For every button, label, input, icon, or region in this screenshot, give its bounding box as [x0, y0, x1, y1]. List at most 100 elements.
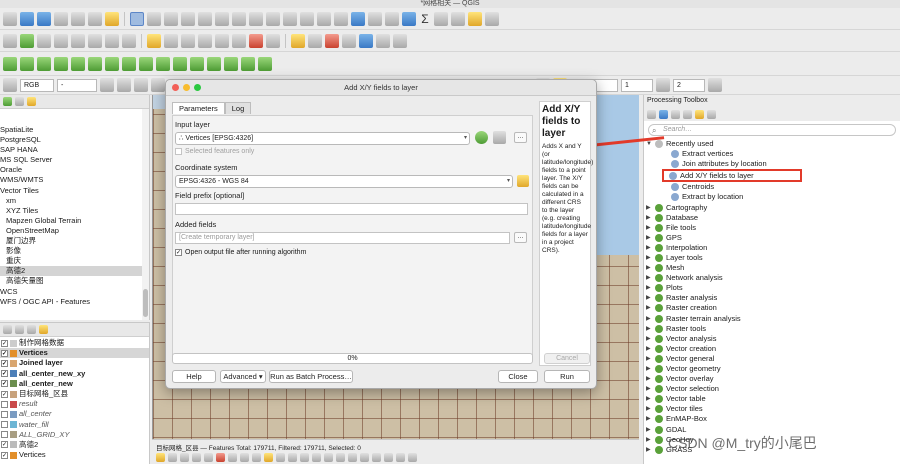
- open-output-option[interactable]: ✓ Open output file after running algorit…: [175, 249, 306, 256]
- spin-box-2[interactable]: 1: [621, 78, 653, 92]
- expand-triangle-icon[interactable]: ▶: [646, 364, 652, 374]
- layer-visibility-checkbox[interactable]: [1, 421, 8, 429]
- layer-item[interactable]: ✓ Joined layer: [0, 358, 149, 368]
- reload-icon[interactable]: [192, 453, 201, 462]
- expand-triangle-icon[interactable]: ▶: [646, 435, 652, 445]
- refresh-icon[interactable]: [351, 11, 365, 26]
- expand-triangle-icon[interactable]: ▶: [646, 354, 652, 364]
- filter-icon[interactable]: [27, 97, 36, 106]
- conditional-format-icon[interactable]: [396, 453, 405, 462]
- add-vector-layer-icon[interactable]: [20, 33, 34, 48]
- offset-curve-icon[interactable]: [71, 56, 85, 71]
- filter-selection-icon[interactable]: [312, 453, 321, 462]
- save-as-icon[interactable]: [54, 11, 68, 26]
- add-raster-layer-icon[interactable]: [37, 33, 51, 48]
- toolbox-group[interactable]: ▶ Raster analysis: [644, 293, 900, 303]
- expand-triangle-icon[interactable]: ▶: [646, 283, 652, 293]
- copy-icon[interactable]: [240, 453, 249, 462]
- browser-item[interactable]: WMS/WMTS: [0, 175, 149, 185]
- output-options-button[interactable]: …: [514, 232, 527, 243]
- pin-labels-icon[interactable]: [308, 33, 322, 48]
- expand-triangle-icon[interactable]: ▶: [646, 404, 652, 414]
- browser-item[interactable]: Vector Tiles: [0, 186, 149, 196]
- expand-triangle-icon[interactable]: ▶: [646, 425, 652, 435]
- expand-triangle-icon[interactable]: ▶: [646, 263, 652, 273]
- zoom-layer-icon[interactable]: [249, 11, 263, 26]
- browser-scrollbar[interactable]: [142, 109, 149, 320]
- toolbox-group[interactable]: ▶ Vector analysis: [644, 334, 900, 344]
- tab-log[interactable]: Log: [224, 102, 252, 114]
- crs-select[interactable]: EPSG:4326 - WGS 84 ▾: [175, 175, 513, 188]
- rotate-feature-icon[interactable]: [88, 56, 102, 71]
- batch-process-button[interactable]: Run as Batch Process…: [269, 370, 353, 383]
- move-feature-icon[interactable]: [207, 56, 221, 71]
- help-button[interactable]: Help: [172, 370, 216, 383]
- delete-field-icon[interactable]: [372, 453, 381, 462]
- add-csv-layer-icon[interactable]: [71, 33, 85, 48]
- cut-icon[interactable]: [228, 453, 237, 462]
- add-spatialite-icon[interactable]: [88, 33, 102, 48]
- browser-item[interactable]: 影像: [0, 246, 149, 256]
- toolbox-search-input[interactable]: ⌕ Search…: [648, 124, 896, 136]
- output-layer-input[interactable]: [Create temporary layer]: [175, 232, 510, 244]
- toolbox-recent-item[interactable]: Centroids: [644, 182, 900, 192]
- delete-part-icon[interactable]: [190, 56, 204, 71]
- toolbox-group[interactable]: ▶ Vector table: [644, 394, 900, 404]
- expand-triangle-icon[interactable]: ▶: [646, 414, 652, 424]
- expand-triangle-icon[interactable]: ▶: [646, 223, 652, 233]
- save-icon[interactable]: [180, 453, 189, 462]
- python-console-icon[interactable]: [359, 33, 373, 48]
- split-parts-icon[interactable]: [258, 56, 272, 71]
- multi-edit-icon[interactable]: [168, 453, 177, 462]
- browser-item[interactable]: 重庆: [0, 256, 149, 266]
- browser-item[interactable]: WCS: [0, 287, 149, 297]
- vertex-tool-icon[interactable]: [181, 33, 195, 48]
- toolbox-options-icon[interactable]: [707, 109, 716, 119]
- layer-item[interactable]: ✓ 制作网格数据: [0, 338, 149, 348]
- deselect-icon[interactable]: [300, 453, 309, 462]
- close-window-icon[interactable]: [172, 84, 179, 91]
- delete-row-icon[interactable]: [216, 453, 225, 462]
- toolbox-group[interactable]: ▶ Interpolation: [644, 243, 900, 253]
- browser-item[interactable]: XYZ Tiles: [0, 206, 149, 216]
- scale-feature-icon[interactable]: [224, 56, 238, 71]
- layer-item[interactable]: all_center: [0, 409, 149, 419]
- selected-features-only[interactable]: Selected features only: [175, 148, 254, 155]
- toolbox-group[interactable]: ▶ Vector selection: [644, 384, 900, 394]
- swap-icon[interactable]: [656, 78, 670, 92]
- layer-visibility-checkbox[interactable]: ✓: [1, 370, 8, 378]
- advanced-button[interactable]: Advanced ▾: [220, 370, 266, 383]
- toggle-edit-icon[interactable]: [156, 453, 165, 462]
- run-button[interactable]: Run: [544, 370, 590, 383]
- zoom-out-icon[interactable]: [181, 11, 195, 26]
- expand-triangle-icon[interactable]: ▶: [646, 394, 652, 404]
- browser-item[interactable]: SpatiaLite: [0, 125, 149, 135]
- browser-item[interactable]: Mapzen Global Terrain: [0, 216, 149, 226]
- toolbox-group[interactable]: ▶ Vector tiles: [644, 404, 900, 414]
- zoom-in-icon[interactable]: [164, 11, 178, 26]
- statistics-icon[interactable]: Σ: [419, 12, 431, 26]
- toolbox-group[interactable]: ▶ Layer tools: [644, 253, 900, 263]
- browser-item[interactable]: OpenStreetMap: [0, 226, 149, 236]
- layer-item[interactable]: result: [0, 399, 149, 409]
- minimize-window-icon[interactable]: [183, 84, 190, 91]
- processing-toolbox-icon[interactable]: [402, 11, 416, 26]
- add-feature-row-icon[interactable]: [204, 453, 213, 462]
- crs-selector-icon[interactable]: [517, 175, 529, 187]
- expand-triangle-icon[interactable]: ▶: [646, 303, 652, 313]
- pan-to-selection-icon[interactable]: [147, 11, 161, 26]
- paste-icon[interactable]: [252, 453, 261, 462]
- rotate-label-icon[interactable]: [342, 33, 356, 48]
- browser-item[interactable]: 高德2: [0, 266, 149, 277]
- simplify-icon[interactable]: [105, 56, 119, 71]
- actions-icon[interactable]: [408, 453, 417, 462]
- toolbox-group[interactable]: ▶ EnMAP-Box: [644, 414, 900, 424]
- expand-triangle-icon[interactable]: ▶: [646, 324, 652, 334]
- style-manager-icon[interactable]: [105, 11, 119, 26]
- expand-triangle-icon[interactable]: ▶: [646, 233, 652, 243]
- toolbox-group[interactable]: ▶ Vector general: [644, 354, 900, 364]
- delete-selected-icon[interactable]: [215, 33, 229, 48]
- save-edits-icon[interactable]: [198, 33, 212, 48]
- new-project-icon[interactable]: [3, 11, 17, 26]
- map-tips-icon[interactable]: [485, 11, 499, 26]
